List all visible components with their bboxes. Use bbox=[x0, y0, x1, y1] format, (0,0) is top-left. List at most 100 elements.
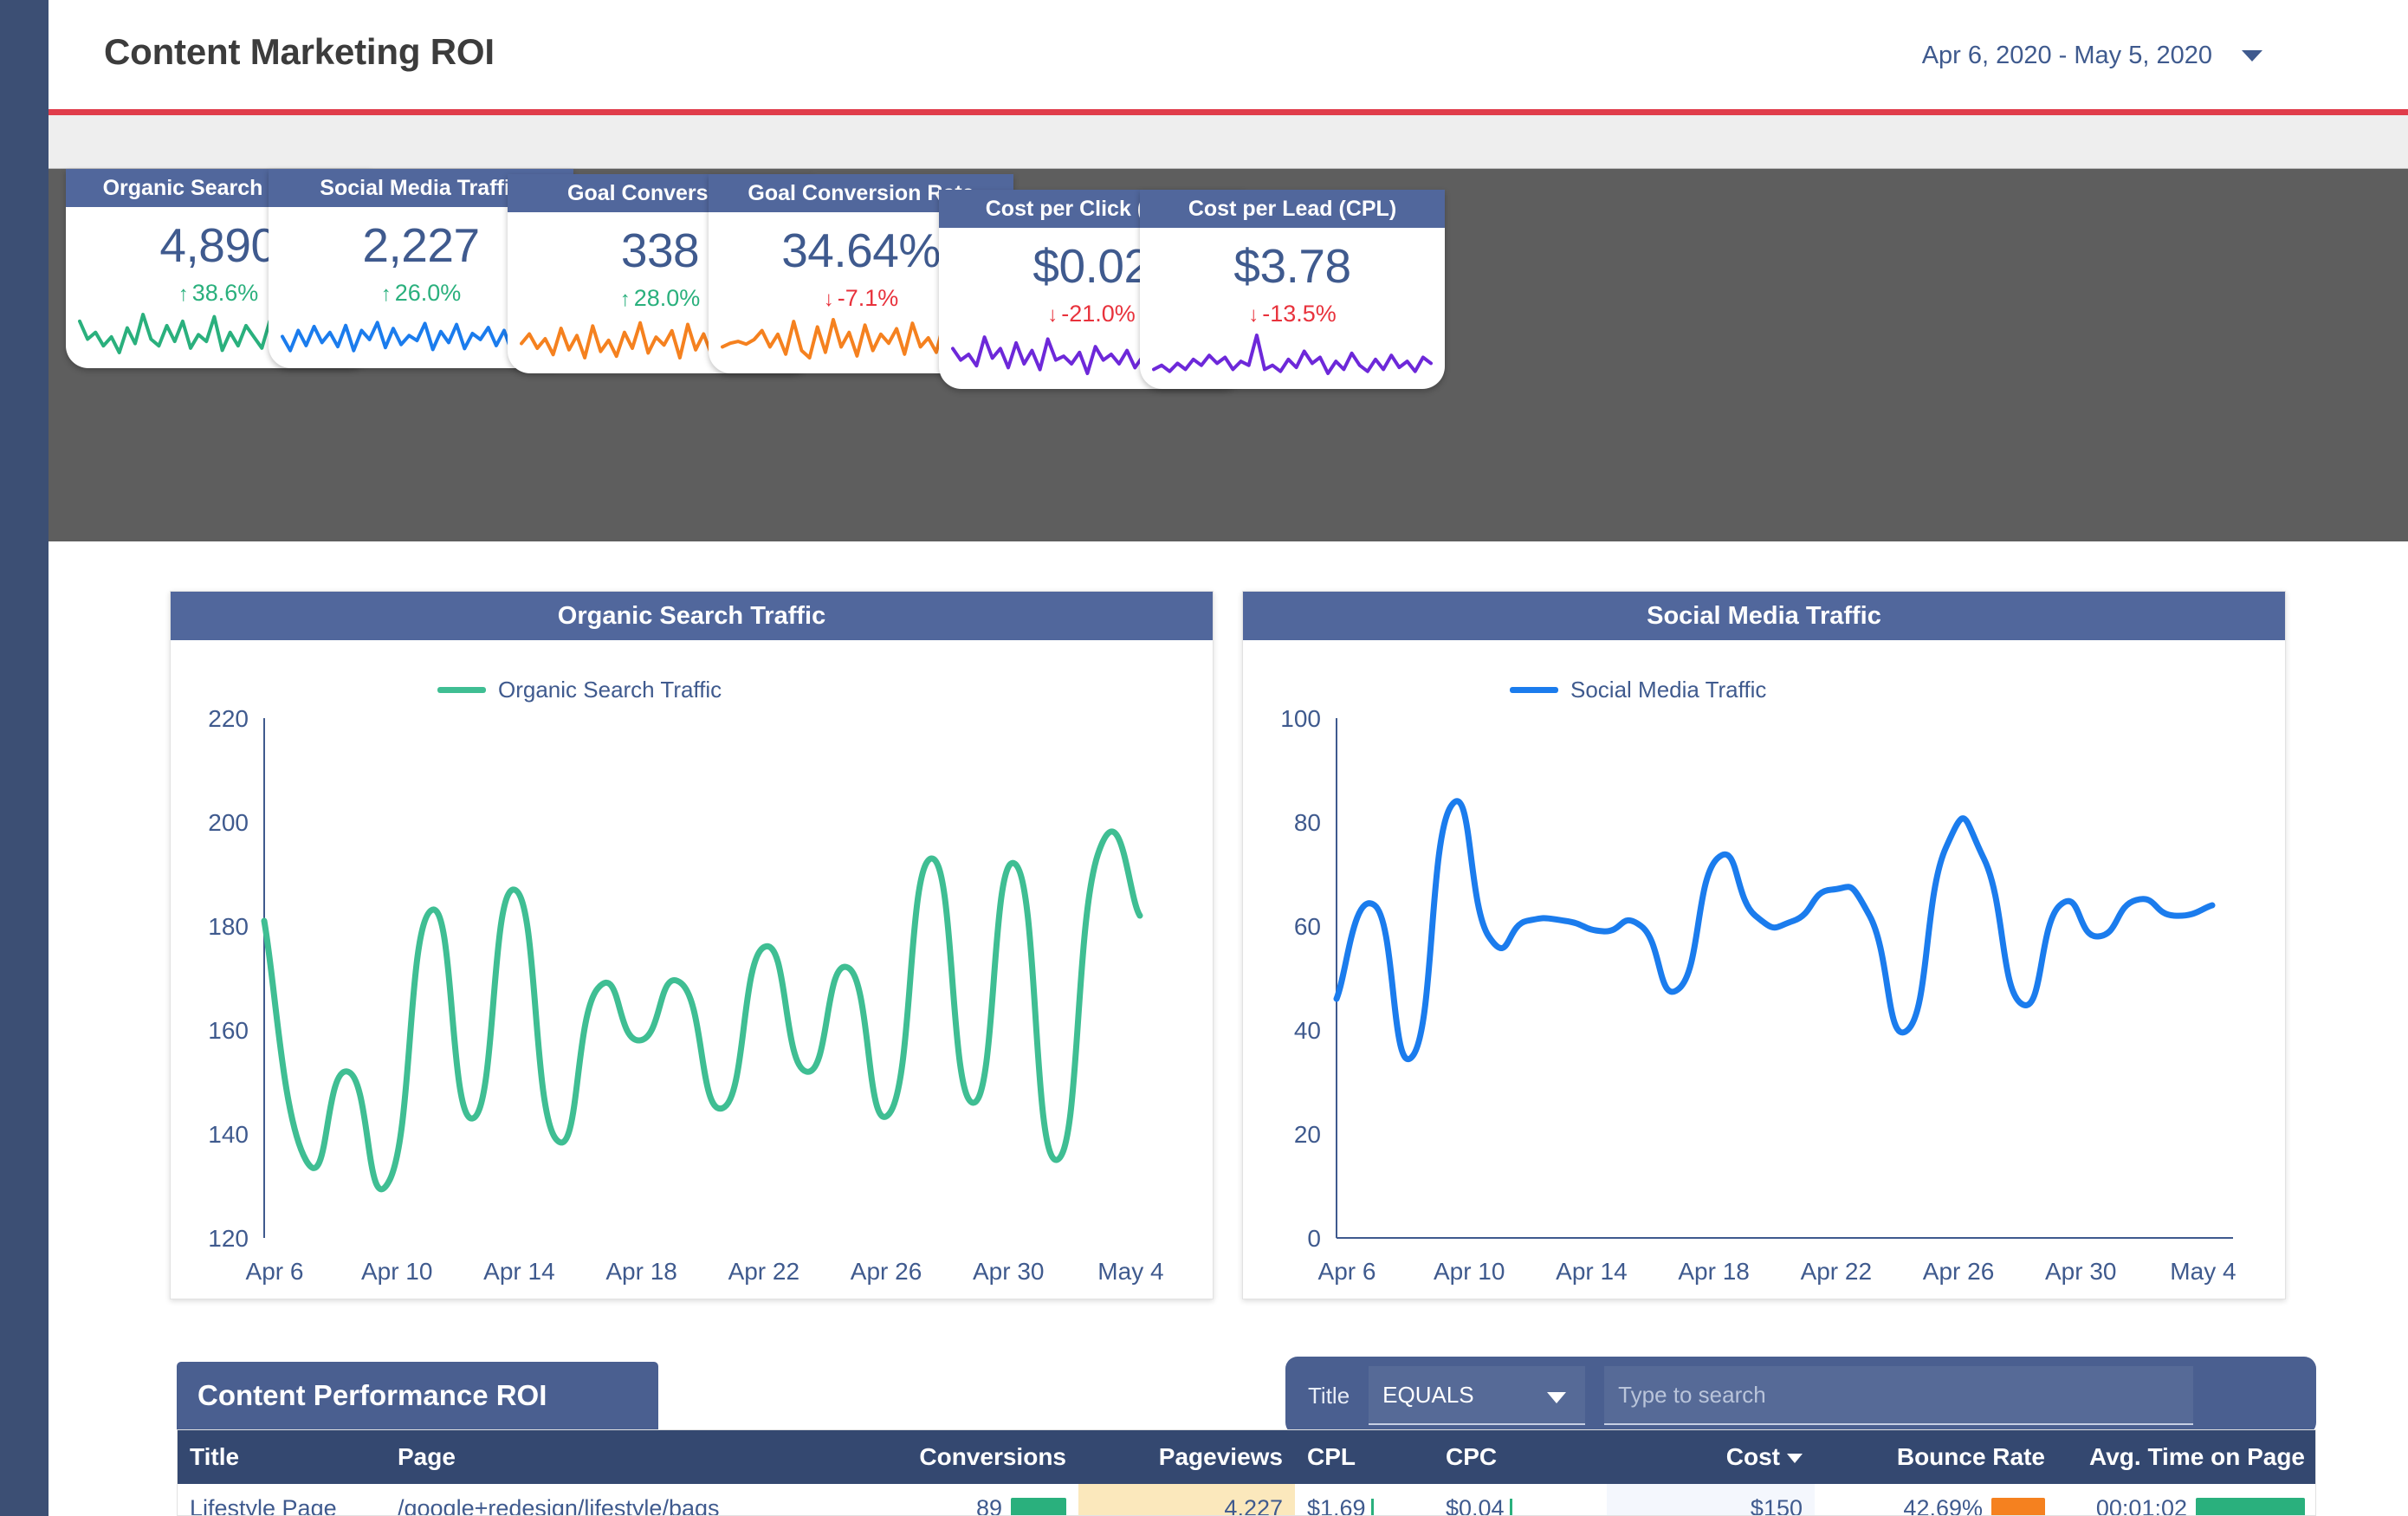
dashboard-page: Content Marketing ROI Apr 6, 2020 - May … bbox=[0, 0, 2408, 1516]
line-chart-social-media: 0 20 40 60 80 100 Apr 6 Apr 10 Apr 14 Apr 18 Apr 2… bbox=[1280, 709, 2236, 1285]
table-header-bounce_rate[interactable]: Bounce Rate bbox=[1815, 1430, 2057, 1484]
filter-operator-select[interactable]: EQUALS bbox=[1369, 1366, 1586, 1425]
scorecard-delta-text: 26.0% bbox=[394, 280, 462, 306]
scorecard-cost-per-lead-cpl[interactable]: Cost per Lead (CPL) $3.78 ↓ -13.5% bbox=[1140, 190, 1445, 389]
filter-search-input[interactable] bbox=[1604, 1366, 2194, 1425]
table-cell-cpc: $0.04 bbox=[1434, 1484, 1607, 1515]
scorecard-delta-text: -7.1% bbox=[837, 285, 899, 311]
legend-swatch-icon bbox=[1510, 687, 1558, 693]
scorecard-band: Organic Search Traffic 4,890 ↑ 38.6% Social … bbox=[49, 169, 2408, 541]
svg-text:0: 0 bbox=[1307, 1225, 1321, 1252]
chart-title-organic-search: Organic Search Traffic bbox=[171, 592, 1213, 640]
chart-title-social-media: Social Media Traffic bbox=[1243, 592, 2285, 640]
filter-label: Title bbox=[1308, 1382, 1350, 1409]
svg-text:Apr 10: Apr 10 bbox=[1434, 1258, 1505, 1285]
table-header-cpl[interactable]: CPL bbox=[1295, 1430, 1434, 1484]
svg-text:40: 40 bbox=[1294, 1017, 1321, 1044]
cell-value: 89 bbox=[975, 1495, 1002, 1516]
chart-legend-organic-search: Organic Search Traffic bbox=[437, 677, 722, 703]
svg-text:May 4: May 4 bbox=[1097, 1258, 1163, 1285]
table-header-title[interactable]: Title bbox=[178, 1430, 385, 1484]
cell-value: $1.69 bbox=[1307, 1495, 1366, 1516]
svg-text:Apr 10: Apr 10 bbox=[361, 1258, 433, 1285]
svg-text:120: 120 bbox=[208, 1225, 249, 1252]
svg-text:200: 200 bbox=[208, 809, 249, 836]
svg-text:220: 220 bbox=[208, 709, 249, 732]
svg-text:Apr 18: Apr 18 bbox=[605, 1258, 677, 1285]
date-range-value[interactable]: Apr 6, 2020 - May 5, 2020 bbox=[1922, 42, 2212, 70]
table-cell-cpl: $1.69 bbox=[1295, 1484, 1434, 1516]
table-header-conversions[interactable]: Conversions bbox=[819, 1430, 1078, 1484]
toolbar-strip bbox=[49, 115, 2408, 169]
table-header-page[interactable]: Page bbox=[385, 1430, 819, 1484]
page-title: Content Marketing ROI bbox=[104, 31, 495, 72]
arrow-down-icon: ↓ bbox=[1047, 303, 1058, 327]
svg-text:May 4: May 4 bbox=[2170, 1258, 2236, 1285]
table-section-title: Content Performance ROI bbox=[177, 1362, 658, 1429]
table-cell-pageviews: 4,227 bbox=[1078, 1484, 1295, 1515]
table-filter-bar: Title EQUALS bbox=[1285, 1357, 2316, 1435]
table-cell-conversions: 89 bbox=[819, 1484, 1078, 1516]
legend-label: Social Media Traffic bbox=[1570, 677, 1767, 703]
table-cell-cost: $150 bbox=[1607, 1484, 1815, 1515]
chevron-down-icon[interactable] bbox=[1547, 1392, 1567, 1403]
table-cell-title: Lifestyle Page bbox=[178, 1484, 385, 1515]
cell-value: 00:01:02 bbox=[2095, 1495, 2187, 1516]
scorecard-delta: ↓ -13.5% bbox=[1140, 301, 1445, 327]
svg-text:Apr 6: Apr 6 bbox=[246, 1258, 304, 1285]
dashboard-header: Content Marketing ROI Apr 6, 2020 - May … bbox=[49, 0, 2408, 114]
chart-body-organic-search: Organic Search Traffic 120 140 160 180 200 22… bbox=[171, 640, 1213, 1299]
table-header-cost[interactable]: Cost bbox=[1607, 1430, 1815, 1484]
svg-text:Apr 18: Apr 18 bbox=[1678, 1258, 1750, 1285]
svg-text:Apr 22: Apr 22 bbox=[1801, 1258, 1873, 1285]
filter-operator-value: EQUALS bbox=[1382, 1381, 1474, 1408]
svg-text:Apr 14: Apr 14 bbox=[483, 1258, 555, 1285]
scorecard-value: $3.78 bbox=[1233, 239, 1351, 293]
content-performance-table: Title Page Conversions Pageviews CPL CPC Cost B… bbox=[177, 1429, 2316, 1516]
table-header-row: Title Page Conversions Pageviews CPL CPC Cost B… bbox=[178, 1430, 2315, 1484]
table-cell-avg_time: 00:01:02 bbox=[2057, 1484, 2315, 1516]
svg-text:Apr 26: Apr 26 bbox=[851, 1258, 922, 1285]
table-cell-bounce_rate: 42.69% bbox=[1815, 1484, 2057, 1516]
cell-bar bbox=[1011, 1497, 1066, 1515]
table-row[interactable]: Lifestyle Page/google+redesign/lifestyle… bbox=[178, 1484, 2315, 1516]
scorecard-delta-text: -13.5% bbox=[1262, 301, 1337, 327]
arrow-up-icon: ↑ bbox=[178, 282, 189, 306]
svg-text:180: 180 bbox=[208, 913, 249, 940]
arrow-up-icon: ↑ bbox=[619, 288, 631, 311]
header-accent-rule bbox=[49, 109, 2408, 115]
table-cell-page: /google+redesign/lifestyle/bags bbox=[385, 1484, 819, 1515]
table-header-avg_time[interactable]: Avg. Time on Page bbox=[2057, 1430, 2315, 1484]
legend-swatch-icon bbox=[437, 687, 486, 693]
scorecard-delta-text: -21.0% bbox=[1061, 301, 1136, 327]
line-chart-organic-search: 120 140 160 180 200 220 Apr 6 Apr 10 Apr 14 Apr 1… bbox=[208, 709, 1163, 1285]
svg-text:60: 60 bbox=[1294, 913, 1321, 940]
svg-text:100: 100 bbox=[1280, 709, 1321, 732]
scorecard-delta-text: 38.6% bbox=[191, 280, 259, 306]
chart-panel-organic-search: Organic Search Traffic Organic Search Tr… bbox=[170, 591, 1214, 1299]
cell-value: 42.69% bbox=[1903, 1495, 1983, 1516]
table-header-pageviews[interactable]: Pageviews bbox=[1078, 1430, 1295, 1484]
svg-text:Apr 6: Apr 6 bbox=[1318, 1258, 1376, 1285]
roi-table: Title Page Conversions Pageviews CPL CPC Cost B… bbox=[178, 1430, 2315, 1516]
cell-bar bbox=[1370, 1499, 1374, 1515]
chart-legend-social-media: Social Media Traffic bbox=[1510, 677, 1766, 703]
scorecard-sparkline bbox=[1152, 334, 1433, 375]
svg-text:Apr 14: Apr 14 bbox=[1556, 1258, 1628, 1285]
scorecard-delta-text: 28.0% bbox=[633, 285, 701, 311]
table-header-cpc[interactable]: CPC bbox=[1434, 1430, 1607, 1484]
left-rail bbox=[0, 0, 49, 1516]
svg-text:Apr 30: Apr 30 bbox=[973, 1258, 1045, 1285]
svg-text:160: 160 bbox=[208, 1017, 249, 1044]
cell-bar bbox=[1509, 1499, 1512, 1515]
chart-body-social-media: Social Media Traffic 0 20 40 60 80 100 Apr 6 Ap… bbox=[1243, 640, 2285, 1299]
table-body: Lifestyle Page/google+redesign/lifestyle… bbox=[178, 1484, 2315, 1516]
scorecard-title: Cost per Lead (CPL) bbox=[1140, 190, 1445, 228]
svg-text:Apr 26: Apr 26 bbox=[1923, 1258, 1995, 1285]
cell-bar bbox=[2196, 1497, 2305, 1515]
svg-text:Apr 22: Apr 22 bbox=[728, 1258, 800, 1285]
svg-text:20: 20 bbox=[1294, 1121, 1321, 1148]
arrow-down-icon: ↓ bbox=[1248, 303, 1259, 327]
chevron-down-icon[interactable] bbox=[2242, 50, 2262, 62]
sort-desc-icon[interactable] bbox=[1787, 1454, 1803, 1464]
